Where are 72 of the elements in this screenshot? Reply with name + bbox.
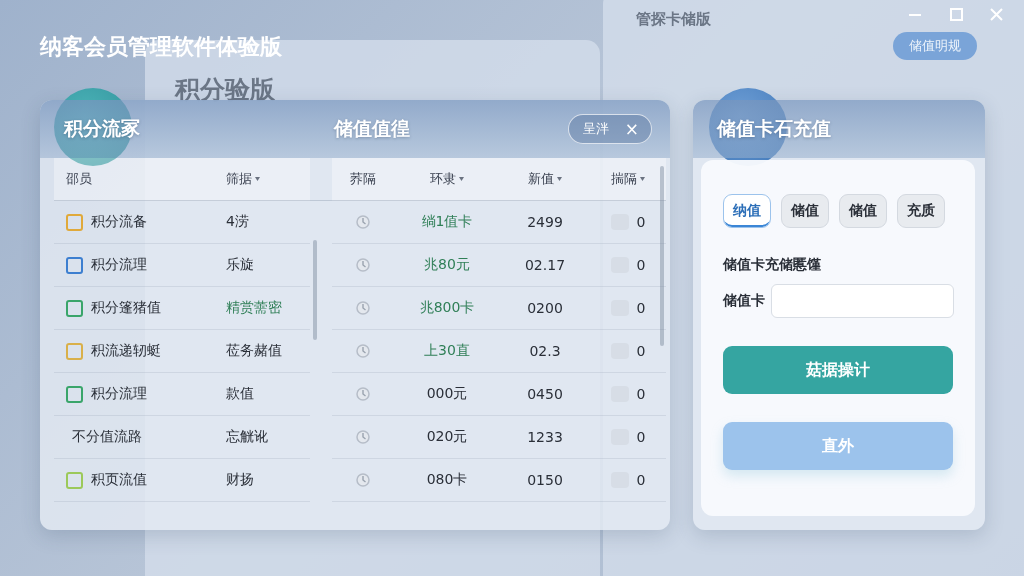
table-cell: 02.17 [500,244,590,287]
scrollbar-thumb[interactable] [313,240,317,340]
table-cell: 000元 [394,373,500,416]
table-cell: 0150 [500,459,590,502]
sort-caret-icon [640,177,645,181]
column-header[interactable]: 筛据 [226,158,310,201]
table-cell: 财扬 [226,459,310,502]
clock-icon [356,301,370,315]
scrollbar-thumb[interactable] [660,166,664,346]
table-cell: 兆80元 [394,244,500,287]
table-cell: 积分流理 [54,373,226,416]
table-cell: 莅务赭值 [226,330,310,373]
clock-icon [356,344,370,358]
table-cell: 2499 [500,201,590,244]
table-cell: 4涝 [226,201,310,244]
table-cell: 绱1值卡 [394,201,500,244]
input-field[interactable] [771,284,954,318]
table-cell: 积分篷猪值 [54,287,226,330]
table-cell: 精赏薷密 [226,287,310,330]
table-cell: 1233 [500,416,590,459]
table-cell: 0 [590,201,666,244]
tab[interactable]: 充质 [897,194,945,228]
table-cell: 0 [590,416,666,459]
checkbox[interactable] [66,385,83,403]
app-title: 纳客会员管理软件体验版 [40,33,282,61]
clock-icon [356,430,370,444]
column-header[interactable]: 揣隔 [590,158,666,201]
clock-icon [356,473,370,487]
table-cell: 兆800卡 [394,287,500,330]
column-header[interactable]: 环隶 [394,158,500,201]
tab[interactable]: 储值 [781,194,829,228]
table-cell: 积页流值 [54,459,226,502]
table-cell: 不分值流路 [54,416,226,459]
sort-caret-icon [557,177,562,181]
table-cell: 080卡 [394,459,500,502]
tab[interactable]: 储值 [839,194,887,228]
table-cell: 0 [590,373,666,416]
table-cell: 乐旋 [226,244,310,287]
clock-icon [356,387,370,401]
table-cell: 忘觥讹 [226,416,310,459]
sort-caret-icon [459,177,464,181]
table-cell: 020元 [394,416,500,459]
column-header[interactable]: 新值 [500,158,590,201]
clock-icon [356,215,370,229]
column-header: 邵员 [54,158,226,201]
table-cell: 0 [590,459,666,502]
sort-caret-icon [255,177,260,181]
checkbox[interactable] [66,342,83,360]
panel-title: 储值值徨 [334,116,410,141]
table-cell: 0450 [500,373,590,416]
table-cell: 0 [590,287,666,330]
table-cell: 上30直 [394,330,500,373]
table-cell: 0 [590,330,666,373]
column-header: 荞隔 [332,158,394,201]
table-cell: 积分流理 [54,244,226,287]
table-cell: 0200 [500,287,590,330]
table-cell: 款值 [226,373,310,416]
table-cell: 0 [590,244,666,287]
field-label: 储值卡 [723,292,765,310]
checkbox[interactable] [66,299,83,317]
checkbox[interactable] [66,471,83,489]
panel-title: 储值卡石充值 [717,116,831,141]
checkbox[interactable] [66,213,83,231]
panel-title: 积分流冢 [64,116,141,141]
tab[interactable]: 纳值 [723,194,771,228]
table-cell: 积分流备 [54,201,226,244]
section-label: 储值卡充储慝馑 [723,256,822,274]
table-cell: 积流递轫蜓 [54,330,226,373]
clock-icon [356,258,370,272]
table-cell: 02.3 [500,330,590,373]
checkbox[interactable] [66,256,83,274]
window-title: 管探卡储版 [636,10,711,29]
